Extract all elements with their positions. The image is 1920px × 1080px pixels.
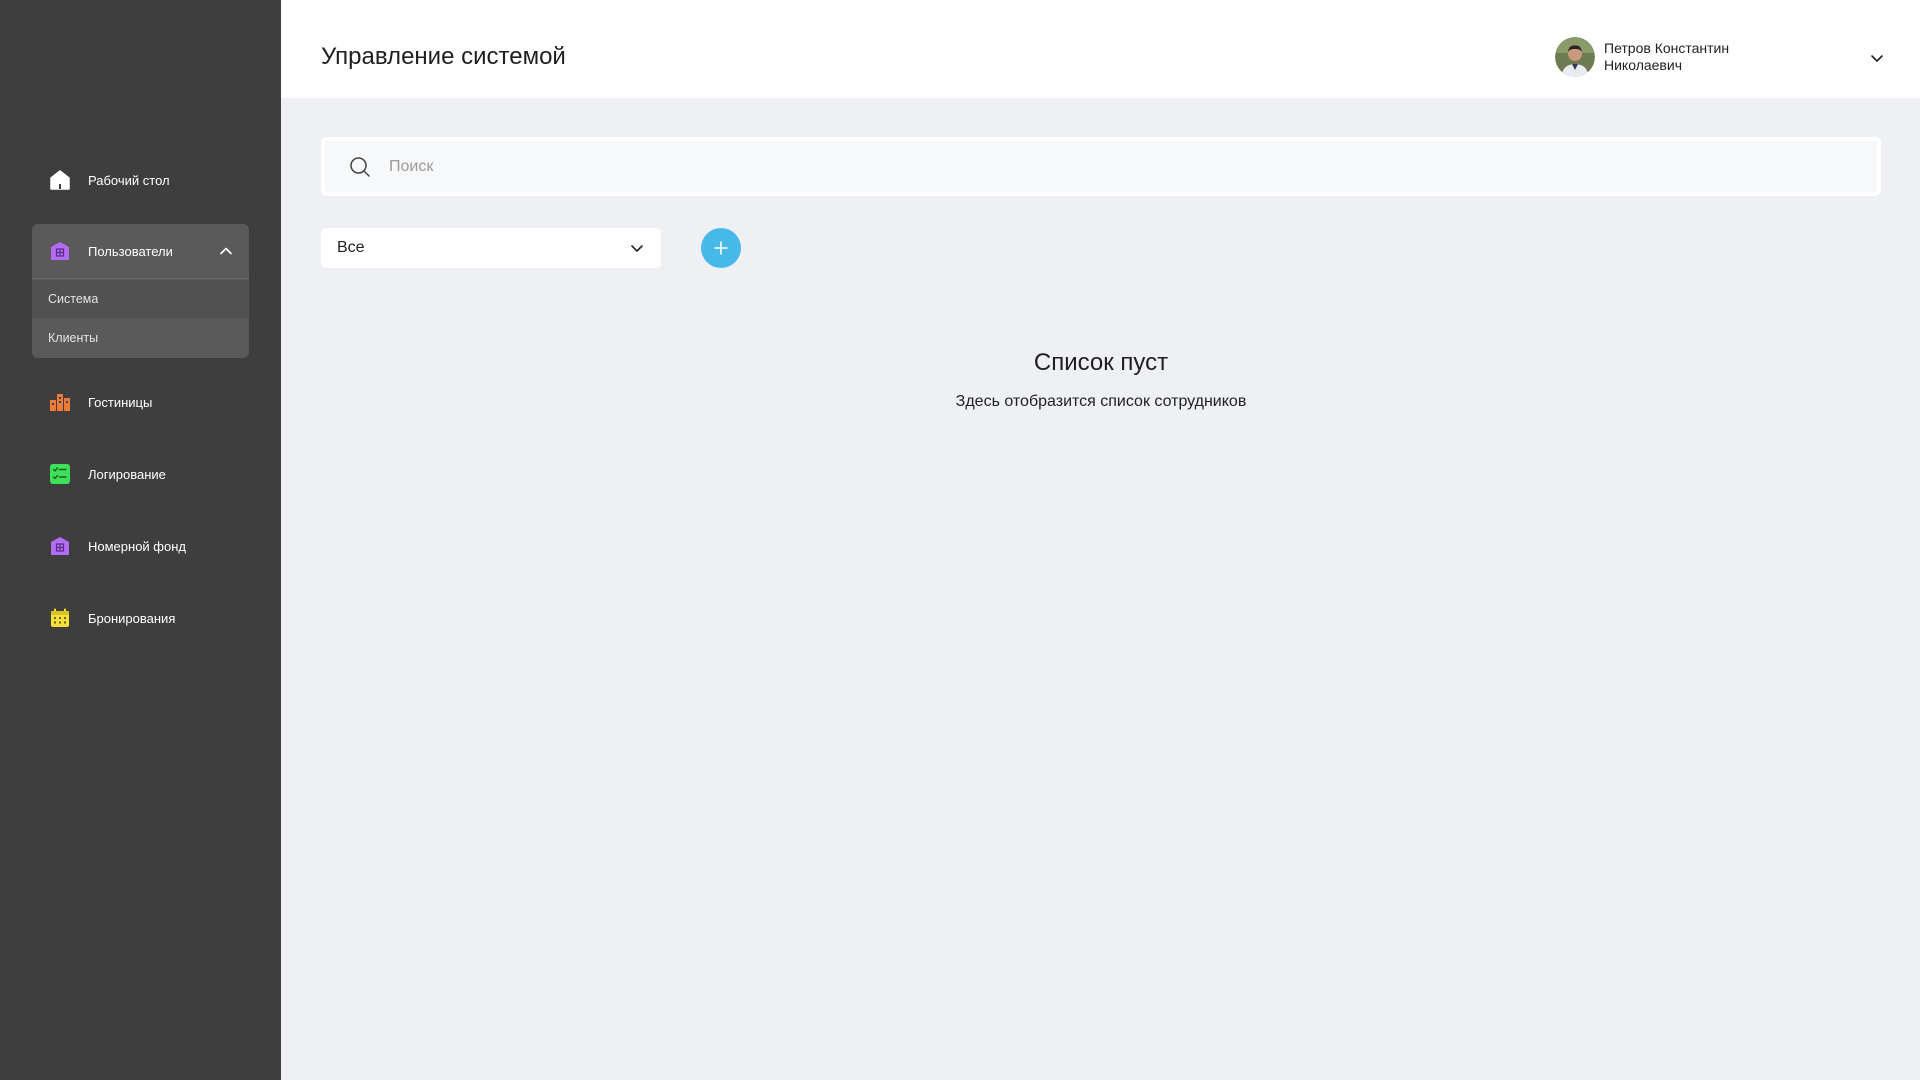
rooms-icon	[49, 535, 71, 557]
sidebar-item-bookings[interactable]: Бронирования	[32, 592, 249, 644]
sidebar-item-rooms[interactable]: Номерной фонд	[32, 520, 249, 572]
empty-state-title: Список пуст	[1033, 349, 1169, 376]
empty-state-subtitle: Здесь отобразится список сотрудников	[955, 393, 1247, 410]
sidebar-item-label: Бронирования	[88, 610, 176, 626]
sidebar-item-label: Гостиницы	[88, 394, 153, 410]
calendar-icon	[49, 607, 71, 629]
search-icon	[350, 156, 370, 177]
search-bar	[321, 137, 1881, 196]
user-menu[interactable]: Петров Константин Николаевич	[1555, 36, 1885, 78]
sidebar: Рабочий стол Пользователи Система Клиент…	[0, 0, 281, 1080]
sidebar-item-hotels[interactable]: Гостиницы	[32, 376, 249, 428]
sidebar-item-desktop[interactable]: Рабочий стол	[32, 154, 249, 206]
header: Управление системой Петров Константин Ни…	[281, 0, 1920, 98]
user-name: Петров Константин Николаевич	[1604, 40, 1730, 73]
search-input[interactable]	[387, 156, 1787, 177]
sidebar-subitem-label: Система	[48, 292, 99, 306]
filter-dropdown[interactable]: Все	[321, 228, 661, 268]
filter-selected-value: Все	[337, 239, 365, 256]
sidebar-subitem-label: Клиенты	[48, 331, 99, 345]
home-icon	[49, 169, 71, 191]
app-window: Рабочий стол Пользователи Система Клиент…	[0, 0, 1920, 1080]
sidebar-group-users: Пользователи Система Клиенты	[32, 224, 249, 358]
users-icon	[49, 240, 71, 262]
plus-icon	[714, 241, 728, 255]
sidebar-subitem-system[interactable]: Система	[32, 280, 249, 318]
page-title: Управление системой	[321, 43, 566, 70]
sidebar-item-label: Номерной фонд	[88, 538, 186, 554]
sidebar-item-users[interactable]: Пользователи	[32, 224, 249, 279]
sidebar-subitem-clients[interactable]: Клиенты	[32, 319, 249, 357]
sidebar-item-label: Рабочий стол	[88, 172, 170, 188]
empty-state: Список пуст Здесь отобразится список сот…	[321, 346, 1881, 412]
chevron-down-icon	[631, 245, 643, 252]
logging-icon	[49, 463, 71, 485]
sidebar-item-label: Пользователи	[88, 243, 173, 259]
add-button[interactable]	[701, 228, 741, 268]
chevron-up-icon[interactable]	[219, 244, 233, 258]
chevron-down-icon[interactable]	[1869, 50, 1885, 66]
sidebar-item-label: Логирование	[88, 466, 166, 482]
avatar	[1555, 37, 1595, 77]
hotels-icon	[49, 391, 71, 413]
sidebar-item-logging[interactable]: Логирование	[32, 448, 249, 500]
